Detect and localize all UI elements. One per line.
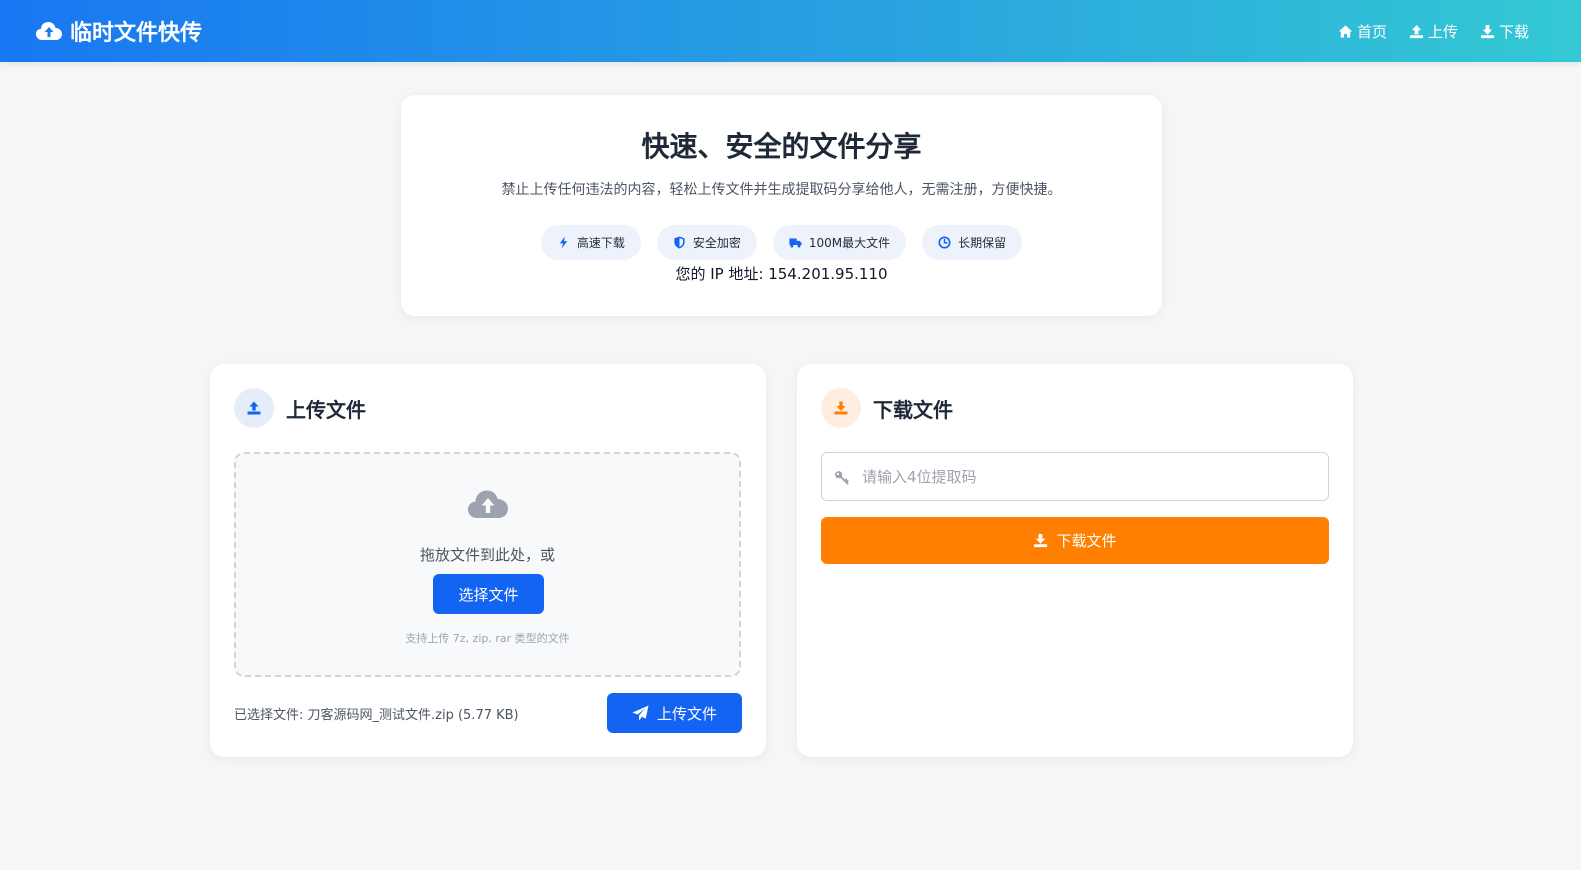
top-nav-bar: 临时文件快传 首页 上传 下载	[0, 0, 1581, 62]
feature-badges: 高速下载 安全加密 100M最大文件 长期保留	[401, 225, 1162, 260]
download-icon	[834, 401, 848, 415]
truck-icon	[789, 238, 802, 248]
clock-icon	[938, 236, 951, 249]
badge-fast-download: 高速下载	[540, 225, 641, 260]
hero-subtitle: 禁止上传任何违法的内容，轻松上传文件并生成提取码分享给他人，无需注册，方便快捷。	[501, 182, 1062, 198]
badge-label: 长期保留	[958, 236, 1007, 250]
cloud-upload-icon	[36, 22, 62, 40]
badge-long-retention: 长期保留	[922, 225, 1023, 260]
nav-home-label: 首页	[1356, 22, 1387, 41]
download-icon	[1034, 533, 1048, 548]
badge-label: 高速下载	[576, 236, 625, 250]
upload-file-button[interactable]: 上传文件	[607, 693, 742, 733]
upload-card-header: 上传文件	[234, 388, 366, 428]
bolt-icon	[559, 236, 568, 249]
main-nav: 首页 上传 下载	[1338, 18, 1529, 44]
cloud-upload-icon	[467, 490, 508, 518]
upload-card-title: 上传文件	[286, 397, 366, 422]
download-icon	[1480, 24, 1495, 38]
upload-button-label: 上传文件	[656, 704, 717, 723]
upload-card: 上传文件 拖放文件到此处，或 选择文件 支持上传 7z, zip, rar 类型…	[210, 364, 766, 757]
brand-logo[interactable]: 临时文件快传	[36, 16, 202, 46]
hero-card: 快速、安全的文件分享 禁止上传任何违法的内容，轻松上传文件并生成提取码分享给他人…	[401, 95, 1162, 316]
upload-icon	[247, 401, 261, 415]
download-button-label: 下载文件	[1056, 532, 1117, 550]
shield-icon	[674, 236, 685, 249]
file-type-hint: 支持上传 7z, zip, rar 类型的文件	[405, 632, 570, 645]
badge-max-size: 100M最大文件	[772, 225, 907, 260]
nav-download-label: 下载	[1498, 22, 1529, 41]
extraction-code-input[interactable]	[862, 453, 1322, 500]
selected-file-info: 已选择文件: 刀客源码网_测试文件.zip (5.77 KB)	[234, 708, 519, 723]
upload-card-icon-badge	[234, 388, 274, 428]
download-file-button[interactable]: 下载文件	[821, 517, 1329, 564]
badge-label: 100M最大文件	[808, 236, 891, 250]
nav-home[interactable]: 首页	[1338, 21, 1387, 42]
download-card-icon-badge	[821, 388, 861, 428]
key-icon	[835, 471, 849, 485]
file-dropzone[interactable]: 拖放文件到此处，或 选择文件 支持上传 7z, zip, rar 类型的文件	[234, 452, 741, 677]
nav-download[interactable]: 下载	[1480, 21, 1529, 42]
hero-title: 快速、安全的文件分享	[641, 130, 922, 163]
nav-upload[interactable]: 上传	[1409, 21, 1458, 42]
download-card: 下载文件 下载文件	[797, 364, 1353, 757]
download-card-header: 下载文件	[821, 388, 953, 428]
home-icon	[1338, 24, 1353, 38]
upload-icon	[1409, 24, 1424, 38]
download-card-title: 下载文件	[873, 397, 953, 422]
badge-secure: 安全加密	[656, 225, 757, 260]
brand-title: 临时文件快传	[70, 21, 203, 46]
extraction-code-field[interactable]	[821, 452, 1329, 501]
badge-label: 安全加密	[692, 236, 741, 250]
ip-address-text: 您的 IP 地址: 154.201.95.110	[675, 265, 888, 283]
dropzone-text: 拖放文件到此处，或	[419, 546, 555, 564]
nav-upload-label: 上传	[1427, 22, 1458, 41]
choose-file-button[interactable]: 选择文件	[433, 574, 544, 614]
paper-plane-icon	[632, 704, 649, 721]
